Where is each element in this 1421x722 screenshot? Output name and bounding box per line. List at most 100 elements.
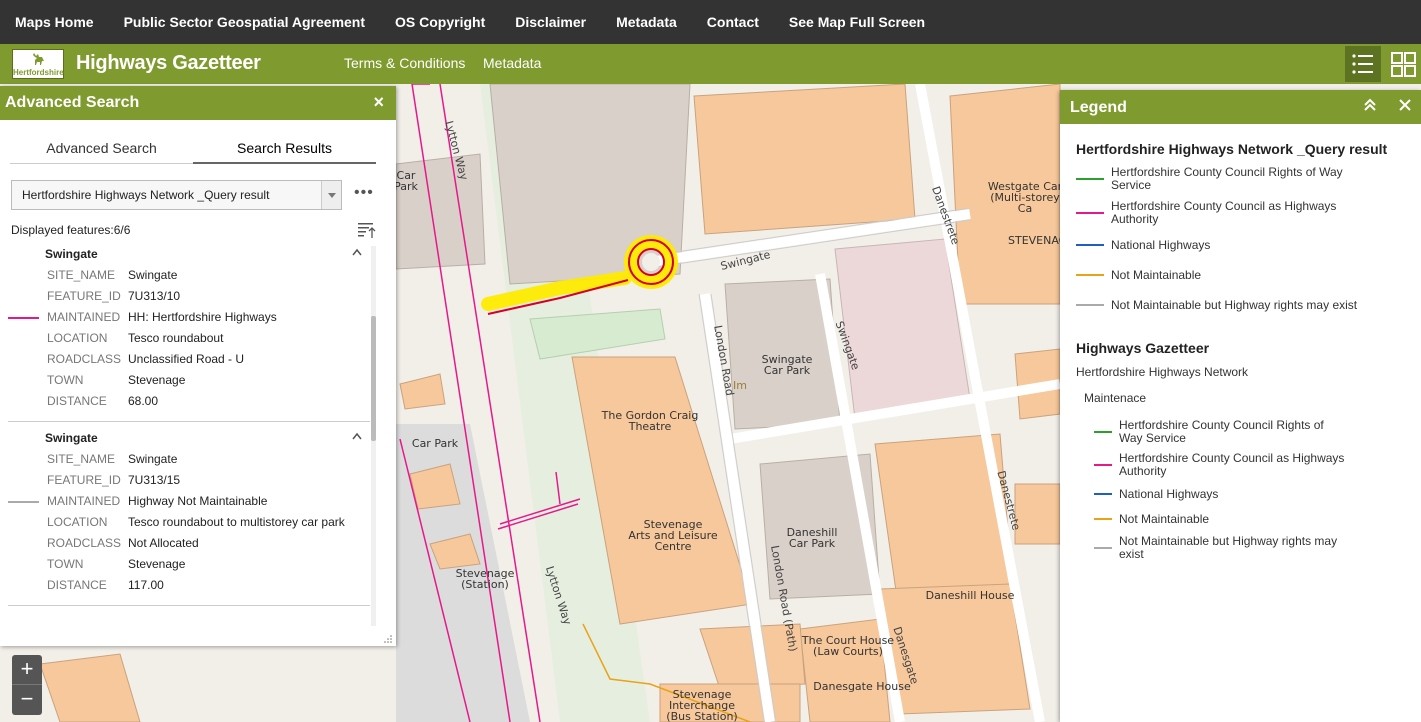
result-item[interactable]: Swingate SITE_NAME Swingate FEATURE_ID 7U3… (8, 430, 370, 606)
field-key: SITE_NAME (47, 452, 116, 466)
nav-full-screen[interactable]: See Map Full Screen (789, 14, 925, 30)
sort-icon[interactable] (358, 222, 376, 238)
scrollbar-thumb[interactable] (371, 316, 376, 441)
advanced-search-header: Advanced Search × (0, 86, 396, 120)
result-title: Swingate (8, 430, 370, 452)
legend-label: Hertfordshire County Council Rights of W… (1111, 165, 1343, 192)
result-field-row: SITE_NAME Swingate (8, 268, 370, 289)
hertfordshire-logo[interactable]: Hertfordshire (12, 49, 64, 79)
field-key: LOCATION (47, 331, 108, 345)
zoom-in-button[interactable]: + (12, 655, 42, 685)
field-value: HH: Hertfordshire Highways (128, 310, 277, 324)
map-label-car-park-left: Car Park (411, 437, 459, 450)
legend-controls (1363, 96, 1411, 114)
field-key: ROADCLASS (47, 352, 122, 366)
result-divider (8, 605, 370, 606)
tab-advanced-search[interactable]: Advanced Search (10, 140, 193, 164)
legend-item: Not Maintainable (1094, 510, 1405, 528)
result-field-row: ROADCLASS Not Allocated (8, 536, 370, 557)
close-icon[interactable] (1399, 99, 1411, 111)
legend-label: Hertfordshire County Council Rights of W… (1119, 418, 1324, 445)
nav-psga[interactable]: Public Sector Geospatial Agreement (124, 14, 365, 30)
map-label-court-house: The Court House (Law Courts) (801, 634, 895, 658)
stag-icon (31, 52, 47, 66)
map-label-stevenage-top: STEVENAG (1008, 234, 1068, 247)
list-icon (1352, 54, 1373, 74)
map-label-interchange: Stevenage Interchange (Bus Station) (666, 688, 738, 722)
metadata-link[interactable]: Metadata (483, 55, 541, 71)
legend-label: Hertfordshire County Council as Highways… (1111, 199, 1337, 226)
legend-sublayer: Hertfordshire Highways Network (1076, 365, 1249, 379)
result-field-row: LOCATION Tesco roundabout to multistorey … (8, 515, 370, 536)
map-label-daneshill-car-park: Daneshill Car Park (786, 526, 838, 550)
field-key: ROADCLASS (47, 536, 122, 550)
field-value: Swingate (128, 268, 178, 282)
field-value: Swingate (128, 452, 178, 466)
tab-search-results[interactable]: Search Results (193, 140, 376, 164)
field-value: Not Allocated (128, 536, 199, 550)
nav-os-copyright[interactable]: OS Copyright (395, 14, 485, 30)
legend-label: Not Maintainable (1111, 267, 1202, 282)
zoom-out-button[interactable]: − (12, 685, 42, 715)
basemap-gallery-button[interactable] (1385, 46, 1421, 82)
field-key: MAINTAINED (47, 310, 121, 324)
collapse-icon[interactable] (1363, 98, 1377, 112)
advanced-search-title: Advanced Search (5, 94, 140, 111)
nav-contact[interactable]: Contact (707, 14, 759, 30)
results-scrollbar[interactable] (371, 246, 376, 626)
result-field-row: DISTANCE 68.00 (8, 394, 370, 415)
map-label-gordon-craig: The Gordon Craig Theatre (601, 409, 699, 433)
legend-layer-title: Hertfordshire Highways Network _Query re… (1076, 141, 1388, 157)
result-field-row: FEATURE_ID 7U313/15 (8, 473, 370, 494)
map-label-stevenage-station: Stevenage (Station) (455, 567, 515, 591)
legend-item: Hertfordshire County Council as Highways… (1094, 452, 1405, 478)
legend-swatch (1076, 212, 1104, 214)
legend-swatch (1094, 518, 1112, 520)
field-key: FEATURE_ID (47, 289, 121, 303)
legend-panel: Legend Hertfordshire Highways Network _Q… (1060, 90, 1421, 722)
result-field-row: FEATURE_ID 7U313/10 (8, 289, 370, 310)
legend-item: Hertfordshire County Council as Highways… (1076, 200, 1405, 226)
displayed-features-count: Displayed features:6/6 (11, 223, 131, 237)
terms-link[interactable]: Terms & Conditions (344, 55, 465, 71)
zoom-control: + − (12, 655, 42, 715)
map-label-daneshill-house: Daneshill House (925, 589, 1015, 602)
result-symbol (8, 317, 39, 319)
map-label-arts-centre: Stevenage Arts and Leisure Centre (628, 518, 718, 553)
legend-toggle-button[interactable] (1345, 46, 1381, 82)
legend-swatch (1094, 493, 1112, 495)
chevron-up-icon[interactable] (352, 432, 362, 440)
legend-item: National Highways (1076, 234, 1405, 256)
result-field-row: MAINTAINED Highway Not Maintainable (8, 494, 370, 515)
top-navigation: Maps Home Public Sector Geospatial Agree… (0, 0, 1421, 44)
more-options-icon[interactable]: ••• (354, 184, 374, 202)
app-title: Highways Gazetteer (76, 52, 261, 74)
nav-disclaimer[interactable]: Disclaimer (515, 14, 586, 30)
result-field-row: TOWN Stevenage (8, 373, 370, 394)
legend-swatch (1094, 431, 1112, 433)
nav-metadata[interactable]: Metadata (616, 14, 677, 30)
result-title: Swingate (8, 246, 370, 268)
chevron-down-icon[interactable] (321, 181, 341, 209)
field-key: SITE_NAME (47, 268, 116, 282)
legend-title: Legend (1070, 99, 1127, 116)
legend-header: Legend (1060, 90, 1421, 124)
result-title-text: Swingate (45, 431, 98, 445)
legend-label: National Highways (1119, 486, 1219, 501)
resize-handle-icon[interactable] (384, 635, 392, 643)
map-label-swingate-car-park: Swingate Car Park (761, 353, 813, 377)
legend-field-name: Maintenace (1084, 391, 1147, 405)
close-icon[interactable]: × (373, 92, 384, 113)
result-divider (8, 421, 370, 422)
logo-text: Hertfordshire (13, 68, 64, 77)
field-key: FEATURE_ID (47, 473, 121, 487)
nav-maps-home[interactable]: Maps Home (15, 14, 94, 30)
field-value: Tesco roundabout to multistorey car park (128, 515, 345, 529)
legend-item: Not Maintainable (1076, 264, 1405, 286)
legend-label: Hertfordshire County Council as Highways… (1119, 451, 1345, 478)
chevron-up-icon[interactable] (352, 248, 362, 256)
layer-select[interactable]: Hertfordshire Highways Network _Query re… (11, 180, 342, 210)
result-field-row: MAINTAINED HH: Hertfordshire Highways (8, 310, 370, 331)
result-item[interactable]: Swingate SITE_NAME Swingate FEATURE_ID 7U3… (8, 246, 370, 422)
field-value: Stevenage (128, 373, 186, 387)
